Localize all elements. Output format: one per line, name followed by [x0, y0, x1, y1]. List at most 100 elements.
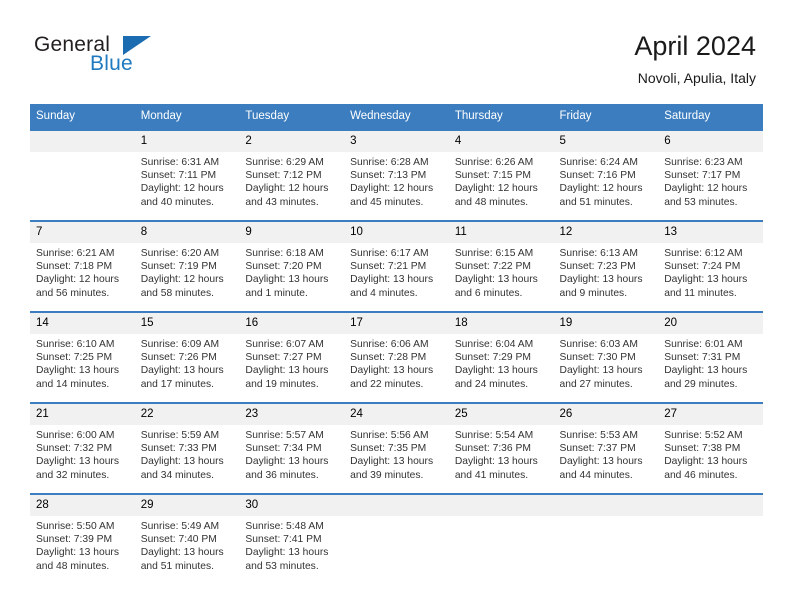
calendar-day-cell[interactable]: 21 Sunrise: 6:00 AM Sunset: 7:32 PM Dayligh…: [30, 402, 135, 494]
calendar-day-cell[interactable]: 24 Sunrise: 5:56 AM Sunset: 7:35 PM Dayligh…: [344, 402, 449, 494]
daylight-duration-line2: and 43 minutes.: [245, 196, 319, 208]
sunset-time: Sunset: 7:29 PM: [454, 352, 531, 364]
sunset-time: Sunset: 7:18 PM: [36, 261, 113, 273]
day-details: Sunrise: 6:15 AM Sunset: 7:22 PM Daylight:…: [449, 243, 554, 300]
calendar-day-cell[interactable]: 29 Sunrise: 5:49 AM Sunset: 7:40 PM Dayligh…: [134, 493, 240, 584]
daylight-duration-line1: Daylight: 13 hours: [454, 365, 538, 377]
calendar-day-cell[interactable]: 14 Sunrise: 6:10 AM Sunset: 7:25 PM Dayligh…: [30, 311, 135, 403]
day-number: 5: [553, 131, 659, 152]
day-number: 21: [30, 404, 135, 425]
calendar-day-cell[interactable]: 16 Sunrise: 6:07 AM Sunset: 7:27 PM Dayligh…: [239, 311, 345, 403]
daylight-duration-line2: and 45 minutes.: [350, 196, 424, 208]
calendar-day-cell[interactable]: 19 Sunrise: 6:03 AM Sunset: 7:30 PM Dayligh…: [553, 311, 659, 403]
calendar-day-cell-empty: [30, 129, 135, 221]
daylight-duration-line2: and 6 minutes.: [454, 287, 523, 299]
calendar-week-row: 1 Sunrise: 6:31 AM Sunset: 7:11 PM Daylight…: [30, 129, 763, 221]
calendar-day-cell-empty: [553, 493, 659, 584]
daylight-duration-line2: and 17 minutes.: [140, 378, 214, 390]
calendar-day-cell[interactable]: 18 Sunrise: 6:04 AM Sunset: 7:29 PM Dayligh…: [448, 311, 554, 403]
daylight-duration-line2: and 51 minutes.: [140, 560, 214, 572]
sunset-time: Sunset: 7:38 PM: [664, 443, 741, 455]
sunrise-time: Sunrise: 5:50 AM: [36, 521, 115, 532]
calendar-week-row: 21 Sunrise: 6:00 AM Sunset: 7:32 PM Dayligh…: [30, 402, 763, 494]
calendar-day-cell[interactable]: 26 Sunrise: 5:53 AM Sunset: 7:37 PM Dayligh…: [553, 402, 659, 494]
sunrise-time: Sunrise: 5:57 AM: [245, 430, 324, 441]
page-title: April 2024: [634, 31, 756, 61]
day-number: 13: [658, 222, 763, 243]
day-details: Sunrise: 6:09 AM Sunset: 7:26 PM Daylight:…: [135, 334, 240, 391]
calendar-day-cell[interactable]: 30 Sunrise: 5:48 AM Sunset: 7:41 PM Dayligh…: [239, 493, 345, 584]
sunrise-time: Sunrise: 6:09 AM: [140, 339, 220, 350]
page-subtitle-location: Novoli, Apulia, Italy: [637, 70, 756, 86]
sunset-time: Sunset: 7:34 PM: [245, 443, 322, 455]
daylight-duration-line1: Daylight: 13 hours: [140, 456, 224, 468]
sunrise-time: Sunrise: 6:17 AM: [350, 248, 429, 259]
calendar-day-cell[interactable]: 6 Sunrise: 6:23 AM Sunset: 7:17 PM Daylight…: [658, 129, 763, 221]
weekday-header-monday: Monday: [134, 104, 240, 130]
daylight-duration-line1: Daylight: 13 hours: [664, 456, 748, 468]
calendar-day-cell[interactable]: 20 Sunrise: 6:01 AM Sunset: 7:31 PM Dayligh…: [658, 311, 763, 403]
calendar-day-cell[interactable]: 27 Sunrise: 5:52 AM Sunset: 7:38 PM Dayligh…: [658, 402, 763, 494]
day-number: [448, 495, 554, 516]
calendar-day-cell[interactable]: 10 Sunrise: 6:17 AM Sunset: 7:21 PM Dayligh…: [344, 220, 449, 312]
daylight-duration-line2: and 4 minutes.: [350, 287, 418, 299]
daylight-duration-line2: and 58 minutes.: [140, 287, 214, 299]
sunset-time: Sunset: 7:27 PM: [245, 352, 322, 364]
sunrise-time: Sunrise: 5:52 AM: [664, 430, 743, 441]
title-block: April 2024 Novoli, Apulia, Italy: [634, 31, 756, 87]
calendar-day-cell[interactable]: 5 Sunrise: 6:24 AM Sunset: 7:16 PM Daylight…: [553, 129, 659, 221]
calendar-day-cell[interactable]: 8 Sunrise: 6:20 AM Sunset: 7:19 PM Daylight…: [134, 220, 240, 312]
calendar-page: General Blue April 2024 Novoli, Apulia, …: [0, 0, 792, 612]
calendar-week-row: 14 Sunrise: 6:10 AM Sunset: 7:25 PM Dayligh…: [30, 311, 763, 403]
day-details: Sunrise: 6:03 AM Sunset: 7:30 PM Daylight:…: [554, 334, 659, 391]
page-header: General Blue April 2024 Novoli, Apulia, …: [0, 0, 792, 100]
sunset-time: Sunset: 7:19 PM: [140, 261, 217, 273]
calendar-day-cell[interactable]: 9 Sunrise: 6:18 AM Sunset: 7:20 PM Daylight…: [239, 220, 345, 312]
weekday-header-wednesday: Wednesday: [344, 104, 449, 130]
calendar-day-cell[interactable]: 2 Sunrise: 6:29 AM Sunset: 7:12 PM Daylight…: [239, 129, 345, 221]
day-number: 6: [658, 131, 763, 152]
calendar-day-cell[interactable]: 23 Sunrise: 5:57 AM Sunset: 7:34 PM Dayligh…: [239, 402, 345, 494]
daylight-duration-line1: Daylight: 13 hours: [454, 456, 538, 468]
calendar-day-cell[interactable]: 17 Sunrise: 6:06 AM Sunset: 7:28 PM Dayligh…: [344, 311, 449, 403]
day-number: 17: [344, 313, 449, 334]
day-details: Sunrise: 6:17 AM Sunset: 7:21 PM Daylight:…: [344, 243, 449, 300]
sunrise-time: Sunrise: 6:26 AM: [454, 157, 534, 168]
sunrise-time: Sunrise: 6:21 AM: [36, 248, 115, 259]
sunset-time: Sunset: 7:11 PM: [140, 170, 217, 182]
sunset-time: Sunset: 7:25 PM: [36, 352, 113, 364]
daylight-duration-line2: and 46 minutes.: [664, 469, 738, 481]
calendar-day-cell[interactable]: 15 Sunrise: 6:09 AM Sunset: 7:26 PM Dayligh…: [134, 311, 240, 403]
daylight-duration-line1: Daylight: 13 hours: [245, 274, 329, 286]
calendar-body: 1 Sunrise: 6:31 AM Sunset: 7:11 PM Daylight…: [30, 129, 763, 584]
calendar-day-cell[interactable]: 12 Sunrise: 6:13 AM Sunset: 7:23 PM Dayligh…: [553, 220, 659, 312]
daylight-duration-line1: Daylight: 13 hours: [559, 365, 643, 377]
calendar-day-cell[interactable]: 13 Sunrise: 6:12 AM Sunset: 7:24 PM Dayligh…: [658, 220, 763, 312]
calendar-day-cell[interactable]: 25 Sunrise: 5:54 AM Sunset: 7:36 PM Dayligh…: [448, 402, 554, 494]
day-details: Sunrise: 5:59 AM Sunset: 7:33 PM Daylight:…: [135, 425, 240, 482]
daylight-duration-line1: Daylight: 13 hours: [664, 274, 748, 286]
day-number: 19: [553, 313, 659, 334]
calendar-day-cell[interactable]: 1 Sunrise: 6:31 AM Sunset: 7:11 PM Daylight…: [134, 129, 240, 221]
calendar-day-cell[interactable]: 7 Sunrise: 6:21 AM Sunset: 7:18 PM Daylight…: [30, 220, 135, 312]
calendar-day-cell[interactable]: 22 Sunrise: 5:59 AM Sunset: 7:33 PM Dayligh…: [134, 402, 240, 494]
sunrise-time: Sunrise: 6:13 AM: [559, 248, 638, 259]
sunset-time: Sunset: 7:16 PM: [559, 170, 636, 182]
day-number: 3: [344, 131, 449, 152]
calendar-day-cell[interactable]: 28 Sunrise: 5:50 AM Sunset: 7:39 PM Dayligh…: [30, 493, 135, 584]
day-details: Sunrise: 5:56 AM Sunset: 7:35 PM Daylight:…: [344, 425, 449, 482]
sunset-time: Sunset: 7:40 PM: [140, 534, 217, 546]
daylight-duration-line2: and 14 minutes.: [36, 378, 110, 390]
calendar-week-row: 7 Sunrise: 6:21 AM Sunset: 7:18 PM Daylight…: [30, 220, 763, 312]
general-blue-logo[interactable]: General Blue: [34, 33, 234, 83]
calendar-day-cell[interactable]: 4 Sunrise: 6:26 AM Sunset: 7:15 PM Daylight…: [448, 129, 554, 221]
calendar-day-cell[interactable]: 11 Sunrise: 6:15 AM Sunset: 7:22 PM Dayligh…: [448, 220, 554, 312]
day-number: 4: [448, 131, 554, 152]
day-details: Sunrise: 6:07 AM Sunset: 7:27 PM Daylight:…: [239, 334, 344, 391]
weekday-header-friday: Friday: [553, 104, 659, 130]
day-number: 25: [448, 404, 554, 425]
day-details: Sunrise: 5:52 AM Sunset: 7:38 PM Daylight:…: [658, 425, 763, 482]
calendar-day-cell[interactable]: 3 Sunrise: 6:28 AM Sunset: 7:13 PM Daylight…: [344, 129, 449, 221]
daylight-duration-line1: Daylight: 13 hours: [664, 365, 748, 377]
day-details: Sunrise: 5:54 AM Sunset: 7:36 PM Daylight:…: [449, 425, 554, 482]
